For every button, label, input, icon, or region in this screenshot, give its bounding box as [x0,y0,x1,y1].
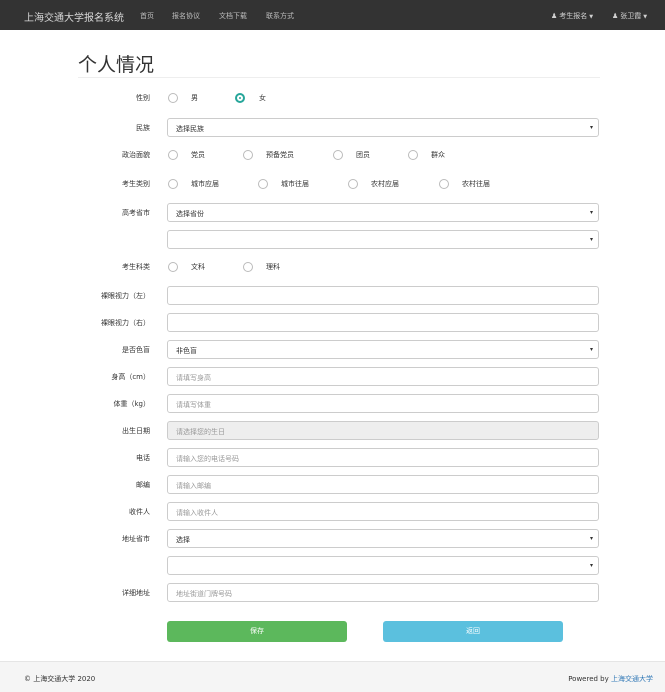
weight-label: 体重（kg） [113,400,151,408]
category-option-urban-fresh: 城市应届 [191,180,219,188]
ethnicity-select-value: 选择民族 [176,125,204,133]
footer-copyright: © 上海交通大学 2020 [24,675,96,683]
political-label: 政治面貌 [122,151,150,159]
nav-user-label: 张卫霞 [620,12,642,20]
color-blind-label: 是否色盲 [122,346,150,354]
birthdate-label: 出生日期 [122,427,150,435]
user-icon: ♟ [551,12,558,20]
nav-apply-menu[interactable]: ♟ 考生报名 ▼ [551,11,593,21]
gender-label: 性别 [136,94,150,102]
zipcode-label: 邮编 [136,481,150,489]
address-detail-label: 详细地址 [122,589,150,597]
recipient-placeholder: 请输入收件人 [176,509,218,517]
category-radio-rural-prior[interactable] [439,179,449,189]
address-detail-placeholder: 地址街道门牌号码 [176,590,232,598]
category-option-rural-prior: 农村往届 [462,180,490,188]
nav-user-menu[interactable]: ♟ 张卫霞 ▼ [612,11,647,21]
address-city-select[interactable]: ▾ [167,556,599,575]
category-option-rural-fresh: 农村应届 [371,180,399,188]
category-radio-urban-prior[interactable] [258,179,268,189]
caret-down-icon: ▼ [589,14,594,20]
height-label: 身高（cm） [111,373,150,381]
subject-option-arts: 文科 [191,263,205,271]
weight-placeholder: 请填写体重 [176,401,211,409]
nav-home[interactable]: 首页 [140,11,154,21]
ethnicity-select[interactable]: 选择民族 ▾ [167,118,599,137]
site-brand[interactable]: 上海交通大学报名系统 [24,9,124,24]
user-icon: ♟ [612,12,619,20]
category-label: 考生类别 [122,180,150,188]
zipcode-placeholder: 请输入邮编 [176,482,211,490]
footer-powered: Powered by 上海交通大学 [568,674,653,684]
phone-label: 电话 [136,454,150,462]
select-arrow-icon: ▾ [589,346,593,353]
back-button[interactable]: 返回 [383,621,563,642]
nav-contact[interactable]: 联系方式 [266,11,294,21]
ethnicity-label: 民族 [136,124,150,132]
height-placeholder: 请填写身高 [176,374,211,382]
gender-radio-female[interactable] [235,93,245,103]
gender-radio-male[interactable] [168,93,178,103]
exam-province-select-value: 选择省份 [176,210,204,218]
footer-powered-prefix: Powered by [568,675,609,683]
color-blind-select[interactable]: 非色盲 ▾ [167,340,599,359]
title-divider [78,77,600,78]
top-navbar: 上海交通大学报名系统 首页 报名协议 文档下载 联系方式 ♟ 考生报名 ▼ ♟ 张卫霞… [0,0,665,30]
birthdate-input[interactable]: 请选择您的生日 [167,421,599,440]
political-option-probationary: 预备党员 [266,151,294,159]
category-radio-urban-fresh[interactable] [168,179,178,189]
address-province-label: 地址省市 [122,535,150,543]
weight-input[interactable]: 请填写体重 [167,394,599,413]
recipient-input[interactable]: 请输入收件人 [167,502,599,521]
political-radio-party[interactable] [168,150,178,160]
political-radio-league[interactable] [333,150,343,160]
nav-apply-label: 考生报名 [559,12,588,20]
footer-powered-link[interactable]: 上海交通大学 [611,675,653,683]
category-radio-rural-fresh[interactable] [348,179,358,189]
select-arrow-icon: ▾ [589,209,593,216]
address-province-select-value: 选择 [176,536,190,544]
vision-left-input[interactable] [167,286,599,305]
height-input[interactable]: 请填写身高 [167,367,599,386]
category-option-urban-prior: 城市往届 [281,180,309,188]
select-arrow-icon: ▾ [589,562,593,569]
political-radio-masses[interactable] [408,150,418,160]
recipient-label: 收件人 [129,508,150,516]
nav-downloads[interactable]: 文档下载 [219,11,247,21]
page-title: 个人情况 [78,54,155,76]
select-arrow-icon: ▾ [589,124,593,131]
gender-option-female: 女 [259,94,266,102]
subject-label: 考生科类 [122,263,150,271]
subject-option-science: 理科 [266,263,280,271]
exam-province-select[interactable]: 选择省份 ▾ [167,203,599,222]
zipcode-input[interactable]: 请输入邮编 [167,475,599,494]
exam-province-label: 高考省市 [122,209,150,217]
caret-down-icon: ▼ [643,14,648,20]
color-blind-select-value: 非色盲 [176,347,197,355]
exam-city-select[interactable]: ▾ [167,230,599,249]
political-option-league: 团员 [356,151,370,159]
vision-right-label: 裸眼视力（右） [101,319,150,327]
phone-input[interactable]: 请输入您的电话号码 [167,448,599,467]
select-arrow-icon: ▾ [589,236,593,243]
vision-right-input[interactable] [167,313,599,332]
address-province-select[interactable]: 选择 ▾ [167,529,599,548]
save-button[interactable]: 保存 [167,621,347,642]
birthdate-placeholder: 请选择您的生日 [176,428,225,436]
address-detail-input[interactable]: 地址街道门牌号码 [167,583,599,602]
phone-placeholder: 请输入您的电话号码 [176,455,239,463]
nav-agreement[interactable]: 报名协议 [172,11,200,21]
political-option-party: 党员 [191,151,205,159]
subject-radio-arts[interactable] [168,262,178,272]
political-option-masses: 群众 [431,151,445,159]
gender-option-male: 男 [191,94,198,102]
vision-left-label: 裸眼视力（左） [101,292,150,300]
select-arrow-icon: ▾ [589,535,593,542]
subject-radio-science[interactable] [243,262,253,272]
page-footer: © 上海交通大学 2020 Powered by 上海交通大学 [0,661,665,692]
political-radio-probationary[interactable] [243,150,253,160]
